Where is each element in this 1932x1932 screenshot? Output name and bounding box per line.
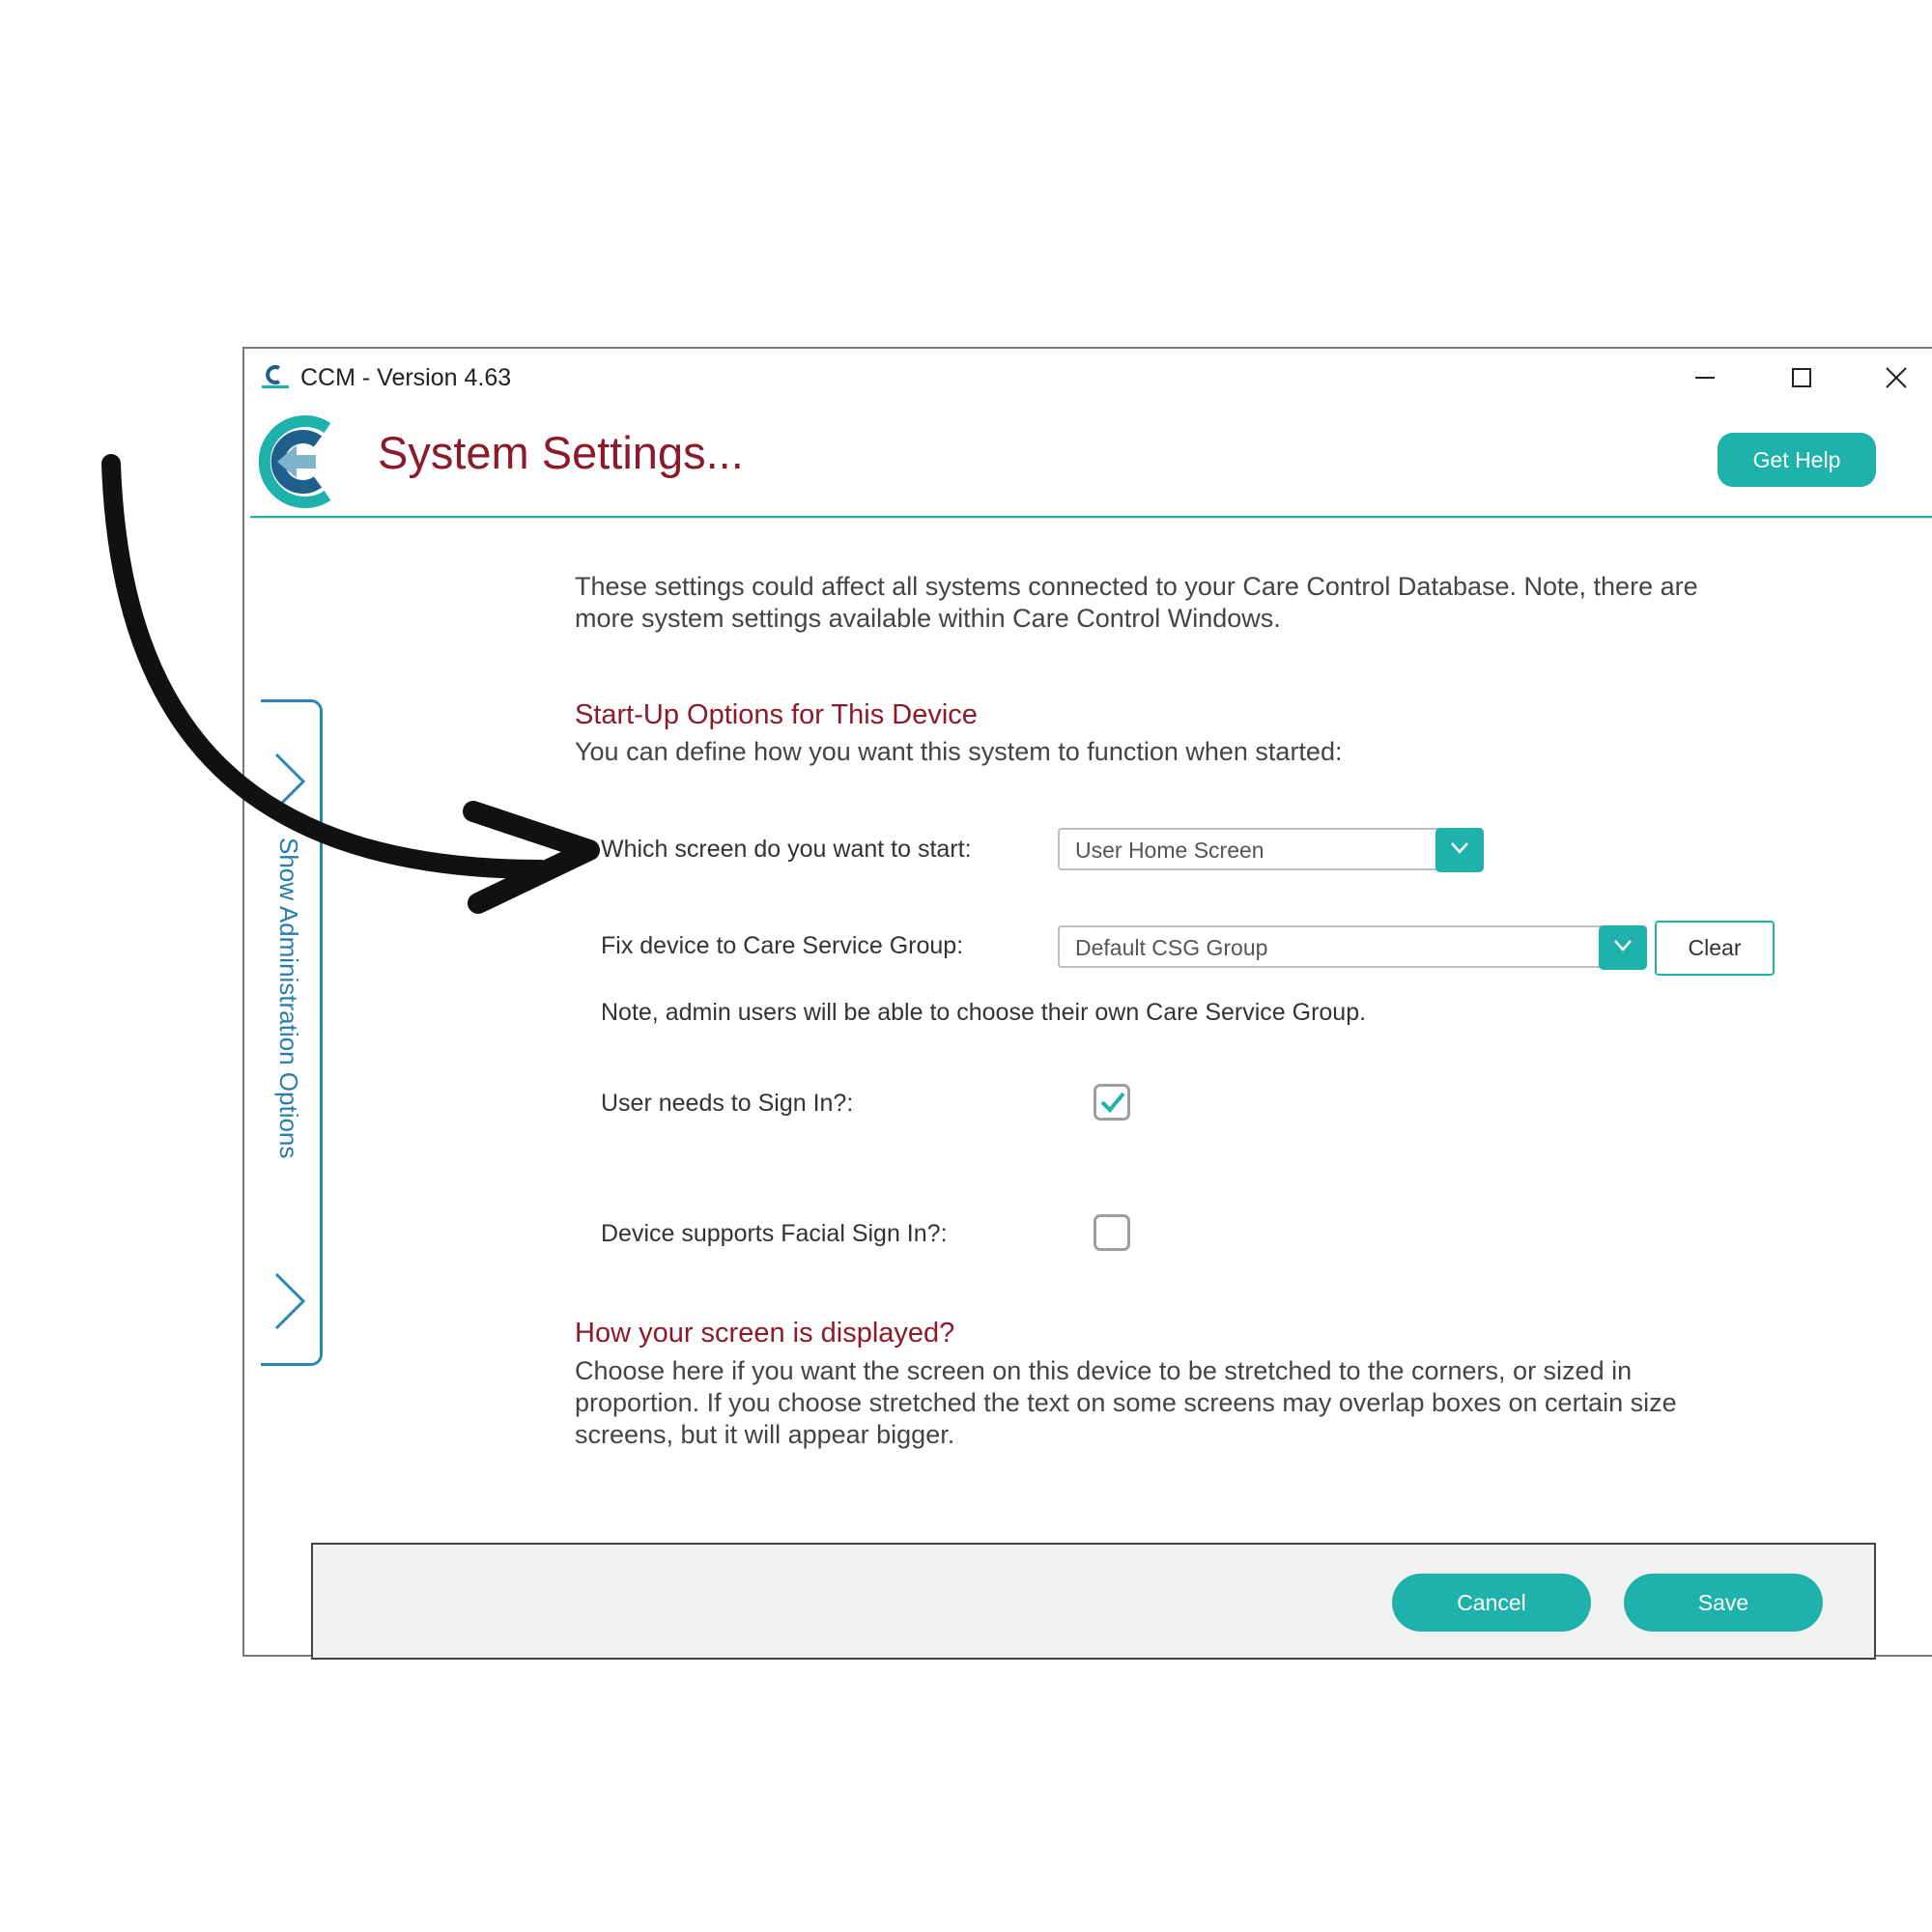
csg-note: Note, admin users will be able to choose… [601,999,1367,1026]
page-title: System Settings... [378,427,744,478]
app-window: CCM - Version 4.63 System Settings... Ge… [242,347,1932,1660]
start-screen-value: User Home Screen [1075,838,1264,863]
start-screen-label: Which screen do you want to start: [601,836,972,863]
maximize-button[interactable] [1773,356,1831,399]
minimize-icon [1695,377,1715,379]
side-tab-label: Show Administration Options [274,838,303,1159]
maximize-icon [1792,368,1811,387]
startup-section-title: Start-Up Options for This Device [575,699,978,730]
chevron-right-icon [274,753,306,810]
get-help-button[interactable]: Get Help [1718,433,1876,487]
sign-in-checkbox[interactable] [1094,1084,1130,1121]
care-control-logo [258,415,331,508]
checkmark-icon [1100,1092,1125,1113]
close-icon [1886,367,1907,388]
footer-bar: Cancel Save [311,1543,1876,1660]
chevron-right-icon [274,1272,306,1330]
intro-text: These settings could affect all systems … [575,572,1698,633]
show-admin-options-tab[interactable]: Show Administration Options [261,699,323,1366]
chevron-down-icon [1614,940,1632,952]
close-button[interactable] [1867,356,1925,399]
start-screen-select[interactable]: User Home Screen [1058,828,1484,872]
title-bar: CCM - Version 4.63 [244,349,1932,407]
csg-label: Fix device to Care Service Group: [601,932,964,959]
csg-select[interactable]: Default CSG Group [1058,925,1647,970]
startup-section-subtitle: You can define how you want this system … [575,737,1343,766]
facial-sign-in-checkbox[interactable] [1094,1214,1130,1251]
ccm-app-icon [262,365,289,388]
csg-dropdown-button[interactable] [1599,925,1647,970]
cancel-button[interactable]: Cancel [1392,1574,1591,1632]
sign-in-label: User needs to Sign In?: [601,1090,854,1117]
window-title: CCM - Version 4.63 [300,364,512,391]
start-screen-dropdown-button[interactable] [1435,828,1484,872]
display-section-text: Choose here if you want the screen on th… [575,1356,1677,1449]
header-divider [250,516,1932,519]
csg-value: Default CSG Group [1075,935,1268,960]
facial-sign-in-label: Device supports Facial Sign In?: [601,1220,948,1247]
display-section-title: How your screen is displayed? [575,1318,955,1349]
minimize-button[interactable] [1676,356,1734,399]
chevron-down-icon [1451,842,1468,854]
save-button[interactable]: Save [1624,1574,1823,1632]
clear-csg-button[interactable]: Clear [1655,921,1775,976]
page-header: System Settings... [244,407,1932,508]
